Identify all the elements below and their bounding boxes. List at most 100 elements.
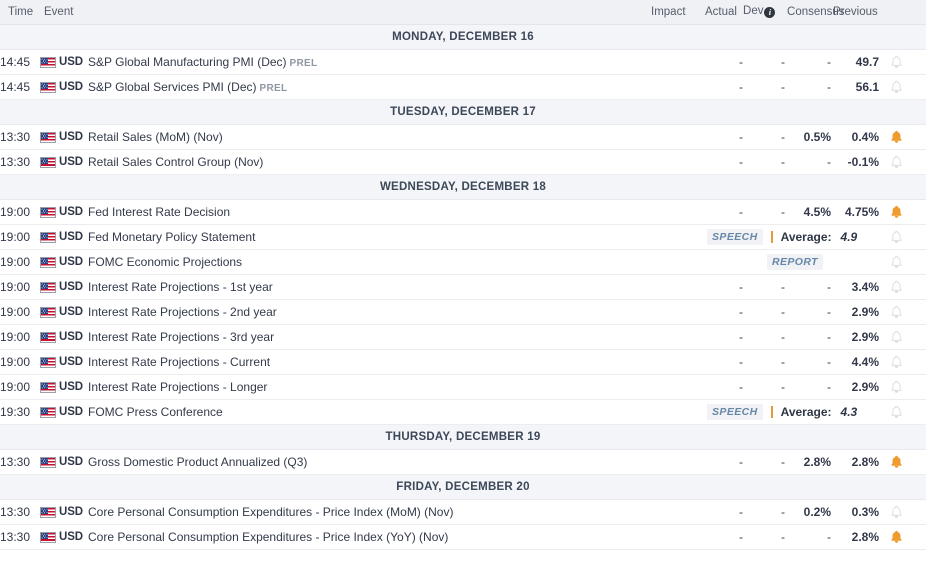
currency-code: USD [59, 406, 83, 418]
info-icon[interactable]: i [764, 7, 775, 18]
event-name-cell[interactable]: Core Personal Consumption Expenditures -… [88, 500, 645, 525]
calendar-event-row[interactable]: 19:00USDInterest Rate Projections - Long… [0, 375, 926, 400]
event-time: 13:30 [0, 500, 40, 525]
alert-bell-icon[interactable] [890, 155, 903, 169]
event-name-cell[interactable]: Interest Rate Projections - Current [88, 350, 645, 375]
previous-value: 2.9% [831, 375, 879, 400]
alert-cell[interactable] [879, 300, 926, 325]
alert-cell[interactable] [879, 200, 926, 225]
alert-cell[interactable] [879, 150, 926, 175]
calendar-event-row[interactable]: 19:00USDInterest Rate Projections - Curr… [0, 350, 926, 375]
event-currency: USD [40, 450, 88, 475]
alert-bell-icon[interactable] [890, 405, 903, 419]
event-name-cell[interactable]: S&P Global Services PMI (Dec)PREL [88, 75, 645, 100]
alert-bell-icon[interactable] [890, 505, 903, 519]
alert-bell-icon[interactable] [890, 130, 903, 144]
event-name: Interest Rate Projections - 3rd year [88, 330, 274, 344]
event-detail-cell: SPEECHAverage:4.9 [703, 225, 879, 250]
impact-cell [645, 400, 703, 425]
calendar-event-row[interactable]: 19:00USDInterest Rate Projections - 3rd … [0, 325, 926, 350]
alert-bell-icon[interactable] [890, 380, 903, 394]
consensus-value: - [785, 150, 831, 175]
alert-cell[interactable] [879, 525, 926, 550]
us-flag-icon [40, 332, 56, 343]
event-name-cell[interactable]: Interest Rate Projections - 1st year [88, 275, 645, 300]
alert-bell-icon[interactable] [890, 305, 903, 319]
calendar-event-row[interactable]: 19:00USDFed Monetary Policy StatementSPE… [0, 225, 926, 250]
alert-bell-icon[interactable] [890, 530, 903, 544]
day-header-row: TUESDAY, DECEMBER 17 [0, 100, 926, 125]
alert-cell[interactable] [879, 450, 926, 475]
alert-cell[interactable] [879, 75, 926, 100]
impact-cell [645, 50, 703, 75]
previous-value: 2.9% [831, 300, 879, 325]
calendar-event-row[interactable]: 13:30USDRetail Sales Control Group (Nov)… [0, 150, 926, 175]
calendar-event-row[interactable]: 14:45USDS&P Global Manufacturing PMI (De… [0, 50, 926, 75]
event-name-cell[interactable]: Fed Monetary Policy Statement [88, 225, 645, 250]
column-header-actual[interactable]: Actual [703, 0, 743, 25]
calendar-event-row[interactable]: 13:30USDRetail Sales (MoM) (Nov)--0.5%0.… [0, 125, 926, 150]
consensus-value: - [785, 350, 831, 375]
column-header-dev[interactable]: Devi [743, 0, 785, 25]
deviation-value: - [743, 50, 785, 75]
alert-bell-icon[interactable] [890, 55, 903, 69]
event-name-cell[interactable]: Retail Sales Control Group (Nov) [88, 150, 645, 175]
alert-cell[interactable] [879, 250, 926, 275]
alert-cell[interactable] [879, 500, 926, 525]
event-name: Interest Rate Projections - Current [88, 355, 270, 369]
alert-bell-icon[interactable] [890, 205, 903, 219]
us-flag-icon [40, 57, 56, 68]
alert-cell[interactable] [879, 50, 926, 75]
alert-bell-icon[interactable] [890, 255, 903, 269]
alert-cell[interactable] [879, 275, 926, 300]
event-name-cell[interactable]: Gross Domestic Product Annualized (Q3) [88, 450, 645, 475]
alert-cell[interactable] [879, 400, 926, 425]
us-flag-icon [40, 357, 56, 368]
separator-bar [771, 406, 773, 418]
event-time: 13:30 [0, 125, 40, 150]
calendar-event-row[interactable]: 19:00USDInterest Rate Projections - 1st … [0, 275, 926, 300]
alert-bell-icon[interactable] [890, 230, 903, 244]
deviation-value: - [743, 200, 785, 225]
alert-cell[interactable] [879, 350, 926, 375]
column-header-event[interactable]: Event [40, 0, 645, 25]
calendar-event-row[interactable]: 13:30USDGross Domestic Product Annualize… [0, 450, 926, 475]
alert-bell-icon[interactable] [890, 330, 903, 344]
calendar-event-row[interactable]: 19:00USDFOMC Economic ProjectionsREPORT [0, 250, 926, 275]
currency-code: USD [59, 356, 83, 368]
alert-cell[interactable] [879, 325, 926, 350]
event-currency: USD [40, 200, 88, 225]
calendar-event-row[interactable]: 19:30USDFOMC Press ConferenceSPEECHAvera… [0, 400, 926, 425]
column-header-impact[interactable]: Impact [645, 0, 703, 25]
event-name-cell[interactable]: Interest Rate Projections - 3rd year [88, 325, 645, 350]
column-header-time[interactable]: Time [0, 0, 40, 25]
column-header-previous[interactable]: Previous [831, 0, 926, 25]
event-name-cell[interactable]: Retail Sales (MoM) (Nov) [88, 125, 645, 150]
alert-bell-icon[interactable] [890, 280, 903, 294]
event-name-cell[interactable]: Fed Interest Rate Decision [88, 200, 645, 225]
calendar-event-row[interactable]: 14:45USDS&P Global Services PMI (Dec)PRE… [0, 75, 926, 100]
event-name-cell[interactable]: FOMC Economic Projections [88, 250, 645, 275]
alert-bell-icon[interactable] [890, 455, 903, 469]
column-header-dev-label: Dev [743, 5, 763, 17]
column-header-consensus[interactable]: Consensus [785, 0, 831, 25]
calendar-event-row[interactable]: 19:00USDFed Interest Rate Decision--4.5%… [0, 200, 926, 225]
average-value: 4.3 [841, 405, 858, 419]
alert-cell[interactable] [879, 375, 926, 400]
calendar-event-row[interactable]: 13:30USDCore Personal Consumption Expend… [0, 525, 926, 550]
calendar-event-row[interactable]: 13:30USDCore Personal Consumption Expend… [0, 500, 926, 525]
calendar-event-row[interactable]: 19:00USDInterest Rate Projections - 2nd … [0, 300, 926, 325]
alert-bell-icon[interactable] [890, 355, 903, 369]
currency-code: USD [59, 81, 83, 93]
event-name-cell[interactable]: S&P Global Manufacturing PMI (Dec)PREL [88, 50, 645, 75]
event-name-cell[interactable]: Interest Rate Projections - Longer [88, 375, 645, 400]
event-name-cell[interactable]: FOMC Press Conference [88, 400, 645, 425]
alert-cell[interactable] [879, 125, 926, 150]
deviation-value: - [743, 350, 785, 375]
alert-cell[interactable] [879, 225, 926, 250]
alert-bell-icon[interactable] [890, 80, 903, 94]
deviation-value: - [743, 75, 785, 100]
actual-value: - [703, 500, 743, 525]
event-name-cell[interactable]: Core Personal Consumption Expenditures -… [88, 525, 645, 550]
event-name-cell[interactable]: Interest Rate Projections - 2nd year [88, 300, 645, 325]
